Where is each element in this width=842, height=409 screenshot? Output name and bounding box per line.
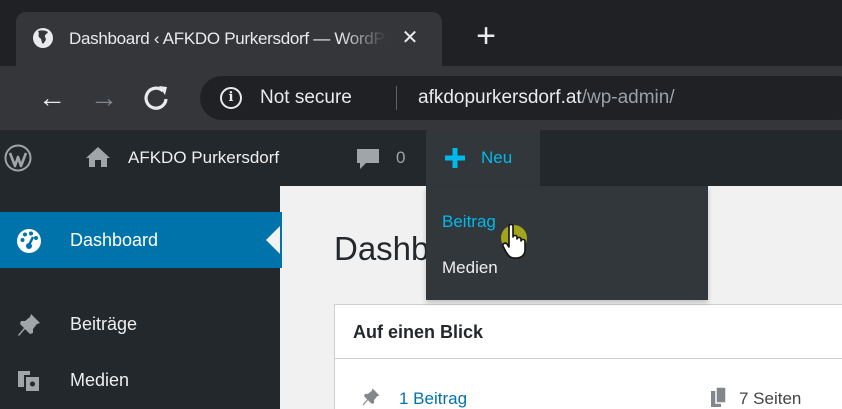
new-tab-button[interactable]: + — [466, 16, 506, 56]
comment-icon[interactable] — [355, 147, 381, 171]
pin-icon — [18, 314, 40, 336]
sidebar-item-label: Medien — [70, 370, 130, 390]
hand-cursor-icon — [501, 223, 527, 259]
widget-title: Auf einen Blick — [353, 322, 484, 342]
globe-icon — [33, 28, 53, 48]
media-icon — [18, 371, 41, 393]
wordpress-logo-icon[interactable] — [4, 144, 32, 172]
forward-arrow-icon[interactable]: → — [84, 78, 124, 118]
at-a-glance-widget: Auf einen Blick 1 Beitrag 7 Seiten — [334, 304, 842, 409]
sidebar-item-medien[interactable]: Medien — [0, 352, 280, 408]
sidebar-item-label: Beiträge — [70, 314, 138, 334]
dropdown-item-beitrag[interactable]: Beitrag — [442, 210, 496, 234]
new-content-label: Neu — [481, 148, 513, 167]
url-host: afkdopurkersdorf.at — [418, 87, 582, 108]
widget-header[interactable]: Auf einen Blick — [335, 305, 842, 359]
tab-close-icon[interactable]: ✕ — [396, 24, 424, 52]
glance-pages-link[interactable]: 7 Seiten — [739, 387, 801, 409]
new-content-dropdown: Beitrag Medien — [426, 186, 708, 300]
new-content-menu[interactable]: Neu — [426, 130, 540, 186]
pin-icon — [362, 388, 380, 406]
browser-tab[interactable]: Dashboard ‹ AFKDO Purkersdorf — WordPres… — [16, 12, 442, 66]
wp-admin-bar: AFKDO Purkersdorf 0 Neu — [0, 130, 842, 186]
browser-tab-strip: Dashboard ‹ AFKDO Purkersdorf — WordPres… — [0, 0, 842, 66]
sidebar-item-dashboard[interactable]: Dashboard — [0, 212, 282, 268]
comment-count[interactable]: 0 — [396, 146, 405, 170]
site-name-link[interactable]: AFKDO Purkersdorf — [128, 146, 279, 170]
home-icon[interactable] — [85, 145, 111, 169]
tab-title: Dashboard ‹ AFKDO Purkersdorf — WordPres… — [69, 29, 387, 48]
back-arrow-icon[interactable]: ← — [32, 78, 72, 118]
dropdown-item-medien[interactable]: Medien — [442, 256, 498, 280]
url-text[interactable]: afkdopurkersdorf.at/wp-admin/ — [418, 86, 675, 110]
sidebar-item-label: Dashboard — [70, 230, 159, 250]
sidebar-item-beitraege[interactable]: Beiträge — [0, 296, 280, 352]
address-bar[interactable]: i Not secure afkdopurkersdorf.at/wp-admi… — [200, 76, 842, 120]
wp-admin-sidebar: Dashboard Beiträge Medien — [0, 186, 282, 409]
url-path: /wp-admin/ — [581, 87, 675, 108]
glance-posts-link[interactable]: 1 Beitrag — [399, 387, 467, 409]
security-label[interactable]: Not secure — [260, 86, 352, 110]
plus-icon — [445, 148, 465, 168]
reload-icon[interactable] — [136, 78, 176, 118]
active-item-arrow — [266, 226, 280, 254]
pages-icon — [711, 387, 727, 407]
reload-glyph — [144, 86, 168, 110]
browser-toolbar: ← → i Not secure afkdopurkersdorf.at/wp-… — [0, 66, 842, 130]
info-icon[interactable]: i — [220, 87, 242, 109]
dashboard-icon — [17, 229, 41, 253]
address-separator — [396, 86, 397, 110]
